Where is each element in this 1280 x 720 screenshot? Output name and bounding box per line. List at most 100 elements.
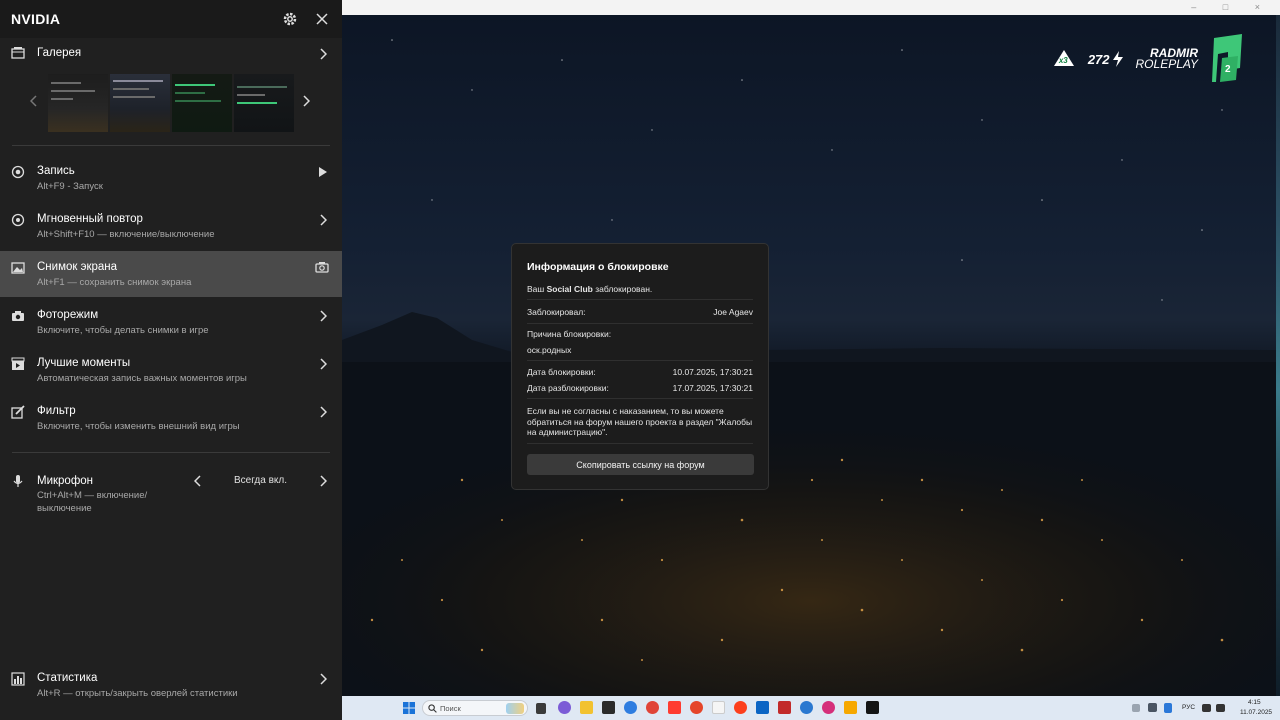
browser-icon[interactable] — [646, 701, 659, 714]
highlights-row[interactable]: Лучшие моменты Автоматическая запись важ… — [0, 348, 342, 394]
bar-chart-icon — [11, 672, 25, 686]
clock-date[interactable]: 11.07.2025 — [1240, 709, 1272, 716]
microphone-hint-line2: выключение — [37, 503, 92, 514]
network-icon[interactable] — [1148, 703, 1157, 712]
radmir-hud: x3 272 RADMIR ROLEPLAY 2 — [1052, 34, 1244, 84]
screenshot-hint: Alt+F1 — сохранить снимок экрана — [37, 277, 192, 288]
dialog-separator — [527, 323, 753, 324]
mic-next-option-icon[interactable] — [319, 475, 327, 487]
reason-label: Причина блокировки: — [527, 329, 612, 339]
statistics-row[interactable]: Статистика Alt+R — открыть/закрыть оверл… — [0, 663, 342, 709]
online-counter: 272 — [1088, 51, 1124, 67]
film-icon — [11, 47, 25, 59]
blocked-by-label: Заблокировал: — [527, 307, 586, 317]
rockstar-icon[interactable] — [844, 701, 857, 714]
reason-value: оск.родных — [527, 345, 572, 355]
taskbar-search[interactable]: Поиск — [422, 700, 528, 716]
appeal-description: Если вы не согласны с наказанием, то вы … — [527, 406, 753, 437]
outlook-icon[interactable] — [756, 701, 769, 714]
lightning-icon — [1112, 51, 1123, 67]
statistics-hint: Alt+R — открыть/закрыть оверлей статисти… — [37, 688, 238, 699]
gallery-thumbnail[interactable] — [48, 74, 108, 132]
app-icon[interactable] — [690, 701, 703, 714]
unblock-date-label: Дата разблокировки: — [527, 383, 609, 393]
gallery-next-icon[interactable] — [302, 95, 310, 107]
yandex-icon[interactable] — [668, 701, 681, 714]
nvidia-overlay-panel: NVIDIA Галерея Запись Alt+F9 - Запуск Мг… — [0, 0, 342, 720]
windows-start-icon[interactable] — [403, 702, 415, 714]
record-row[interactable]: Запись Alt+F9 - Запуск — [0, 156, 342, 202]
multiplier-badge: x3 — [1052, 48, 1076, 70]
play-icon[interactable] — [319, 166, 327, 178]
server-number: 2 — [1225, 64, 1231, 75]
photo-mode-label: Фоторежим — [37, 309, 99, 321]
brand-line2: ROLEPLAY — [1135, 57, 1198, 71]
game-viewport — [342, 0, 1280, 696]
filter-icon — [11, 405, 25, 419]
wifi-icon[interactable] — [1202, 704, 1211, 712]
block-date-value: 10.07.2025, 17:30:21 — [672, 367, 753, 377]
online-count: 272 — [1087, 51, 1110, 67]
microphone-hint-line1: Ctrl+Alt+M — включение/ — [37, 490, 148, 501]
app-icon[interactable] — [778, 701, 791, 714]
ban-message-account: Social Club — [546, 284, 593, 294]
folder-icon[interactable] — [580, 701, 593, 714]
app-icon[interactable] — [822, 701, 835, 714]
gallery-thumbnail[interactable] — [172, 74, 232, 132]
task-view-icon[interactable] — [536, 703, 546, 714]
microphone-label: Микрофон — [37, 475, 94, 487]
panel-header: NVIDIA — [0, 0, 342, 38]
app-icon[interactable] — [712, 701, 725, 714]
image-icon — [11, 262, 25, 274]
settings-button[interactable] — [281, 10, 299, 28]
gallery-row[interactable]: Галерея — [0, 38, 342, 68]
section-divider — [12, 145, 330, 146]
photo-mode-row[interactable]: Фоторежим Включите, чтобы делать снимки … — [0, 300, 342, 346]
brand-name: RADMIR ROLEPLAY — [1135, 47, 1198, 71]
bluetooth-icon[interactable] — [1164, 703, 1172, 713]
multiplier-text: x3 — [1058, 56, 1068, 65]
panel-title: NVIDIA — [11, 11, 61, 27]
chat-app-icon[interactable] — [558, 701, 571, 714]
gallery-thumbnail[interactable] — [234, 74, 294, 132]
gallery-thumbnail[interactable] — [110, 74, 170, 132]
instant-replay-row[interactable]: Мгновенный повтор Alt+Shift+F10 — включе… — [0, 204, 342, 250]
input-language[interactable]: РУС — [1182, 704, 1195, 711]
mic-prev-option-icon[interactable] — [194, 475, 202, 487]
highlights-label: Лучшие моменты — [37, 357, 131, 369]
camera-icon — [12, 311, 24, 321]
filter-row[interactable]: Фильтр Включите, чтобы изменить внешний … — [0, 396, 342, 442]
window-controls[interactable]: – □ × — [1191, 2, 1272, 12]
instant-replay-hint: Alt+Shift+F10 — включение/выключение — [37, 229, 215, 240]
statistics-label: Статистика — [37, 672, 98, 684]
close-icon — [316, 13, 328, 25]
yandex-browser-icon[interactable] — [734, 701, 747, 714]
r-logo-icon — [1212, 34, 1242, 82]
ban-message: Ваш Social Club заблокирован. — [527, 284, 652, 294]
app-icon[interactable] — [602, 701, 615, 714]
gear-icon — [283, 12, 297, 26]
blocked-by-value: Joe Agaev — [713, 307, 753, 317]
record-hint: Alt+F9 - Запуск — [37, 181, 103, 192]
search-icon — [428, 704, 437, 713]
chevron-right-icon — [320, 673, 327, 685]
screenshot-row[interactable]: Снимок экрана Alt+F1 — сохранить снимок … — [0, 251, 342, 297]
game-window-titlebar[interactable]: – □ × — [342, 0, 1280, 15]
chevron-right-icon — [320, 48, 327, 60]
radmir-logo: 2 — [1210, 34, 1244, 84]
app-icon[interactable] — [624, 701, 637, 714]
chevron-right-icon — [320, 406, 327, 418]
app-icon[interactable] — [800, 701, 813, 714]
copy-forum-link-button[interactable]: Скопировать ссылку на форум — [527, 454, 754, 475]
tray-chevron-icon[interactable] — [1132, 704, 1140, 712]
chevron-right-icon — [320, 310, 327, 322]
speaker-icon[interactable] — [1216, 704, 1225, 712]
camera-icon[interactable] — [315, 261, 329, 273]
close-button[interactable] — [313, 10, 331, 28]
ban-message-prefix: Ваш — [527, 284, 547, 294]
game-icon[interactable] — [866, 701, 879, 714]
dialog-separator — [527, 443, 753, 444]
gallery-prev-icon[interactable] — [30, 95, 38, 107]
clock-time[interactable]: 4:15 — [1248, 699, 1261, 706]
screenshot-label: Снимок экрана — [37, 261, 118, 273]
